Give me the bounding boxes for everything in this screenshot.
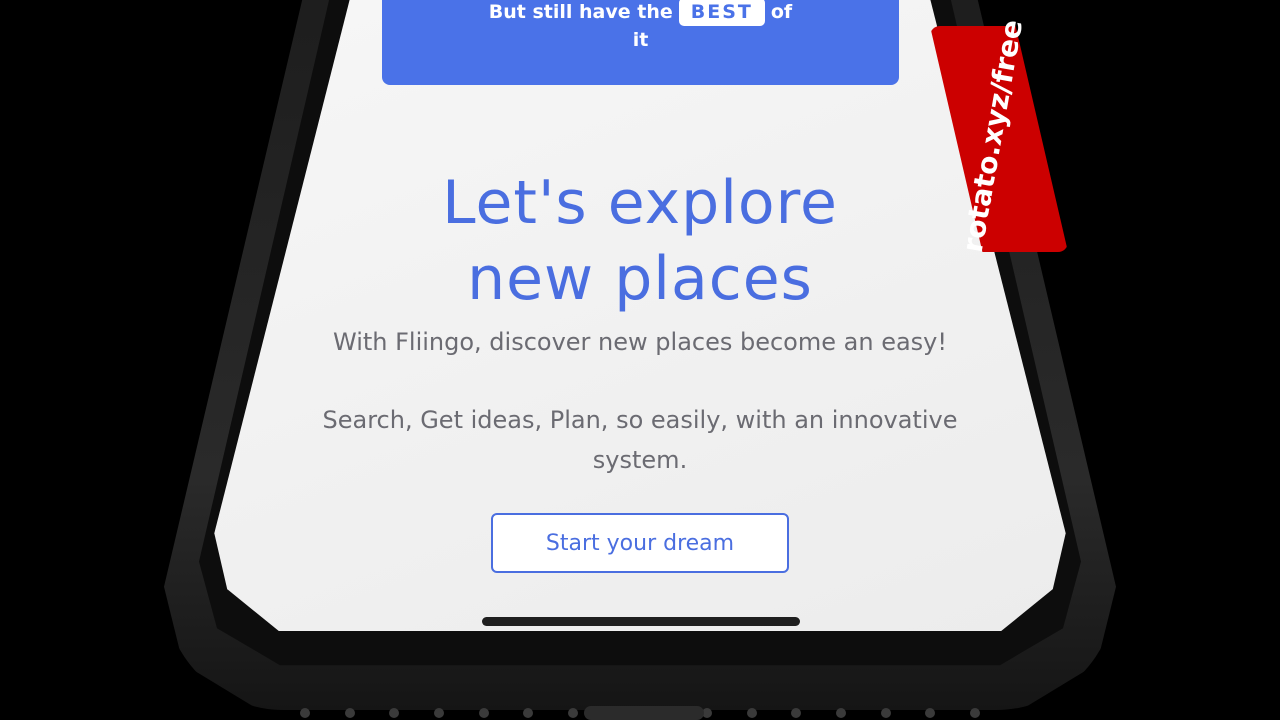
device-mockup: But still have the BEST of it Let's explor… bbox=[0, 0, 1280, 720]
speaker-hole bbox=[344, 708, 355, 718]
hero-headline-line2: new places bbox=[467, 244, 813, 314]
start-your-dream-button[interactable]: Start your dream bbox=[491, 513, 789, 573]
best-badge: BEST bbox=[678, 0, 765, 26]
speaker-hole bbox=[969, 708, 980, 718]
banner-text-line1: But still have the BEST of bbox=[382, 0, 899, 26]
home-indicator[interactable] bbox=[482, 617, 800, 626]
speaker-hole bbox=[746, 708, 757, 718]
charging-port bbox=[584, 706, 704, 720]
hero-description-line1: With Fliingo, discover new places become… bbox=[332, 328, 947, 356]
speaker-hole bbox=[389, 708, 400, 718]
hero-headline-line1: Let's explore bbox=[442, 168, 838, 238]
banner-text-before: But still have the bbox=[488, 1, 673, 23]
speaker-hole bbox=[880, 708, 891, 718]
promo-banner: But still have the BEST of it bbox=[382, 0, 899, 85]
speaker-hole bbox=[567, 708, 578, 718]
speaker-hole bbox=[478, 708, 489, 718]
speaker-hole bbox=[300, 708, 310, 718]
banner-text-after: of bbox=[770, 1, 793, 23]
hero-description-line2: Search, Get ideas, Plan, so easily, with… bbox=[322, 406, 958, 474]
speaker-hole bbox=[433, 708, 444, 718]
speaker-hole bbox=[835, 708, 846, 718]
speaker-hole bbox=[925, 708, 936, 718]
speaker-hole bbox=[791, 708, 802, 718]
banner-text-line2: it bbox=[632, 29, 649, 51]
speaker-hole bbox=[523, 708, 534, 718]
